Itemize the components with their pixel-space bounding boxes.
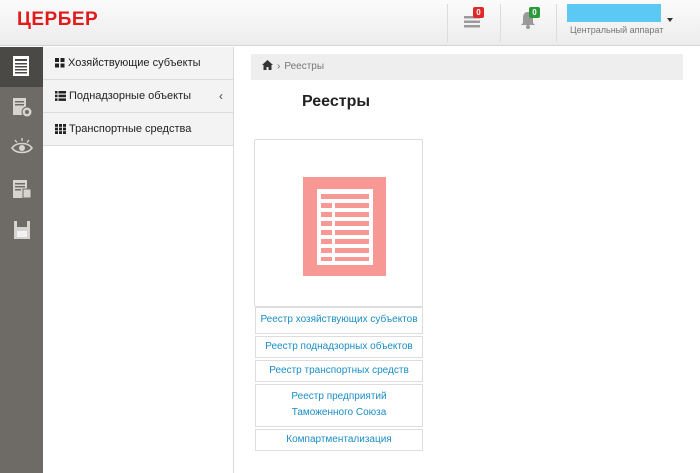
link-compartmentalization[interactable]: Компартментализация	[255, 429, 423, 451]
rail-item-document-settings[interactable]	[0, 88, 43, 128]
notifications-count-badge: 0	[529, 7, 540, 18]
grid-3x3-icon	[55, 124, 66, 135]
rail-item-save[interactable]	[0, 211, 43, 251]
registry-card-image	[303, 177, 386, 276]
registry-book-icon	[13, 56, 29, 76]
document-settings-icon	[13, 98, 33, 118]
chevron-left-icon[interactable]: ‹	[219, 80, 223, 112]
subnav-item-supervised-objects[interactable]: Поднадзорные объекты ‹	[43, 80, 233, 113]
rail-item-documents[interactable]	[0, 170, 43, 210]
app-logo[interactable]: ЦЕРБЕР	[17, 9, 98, 31]
header-separator	[556, 4, 557, 42]
header-separator	[500, 4, 501, 42]
registry-table-icon	[317, 189, 373, 265]
link-supervised-objects-registry[interactable]: Реестр поднадзорных объектов	[255, 336, 423, 358]
subnav-item-business-entities[interactable]: Хозяйствующие субъекты	[43, 47, 233, 80]
header-separator	[447, 4, 448, 42]
top-header: ЦЕРБЕР 0 0 Центральный аппарат	[0, 0, 700, 46]
link-customs-union-enterprises-registry[interactable]: Реестр предприятий Таможенного Союза	[255, 384, 423, 427]
user-menu-caret-icon[interactable]	[667, 18, 673, 22]
breadcrumb: › Реестры	[251, 54, 683, 80]
document-list-icon	[13, 180, 32, 199]
breadcrumb-current: Реестры	[284, 61, 325, 72]
eye-icon	[11, 138, 33, 154]
rail-item-registries[interactable]	[0, 47, 43, 87]
page-title: Реестры	[302, 93, 371, 110]
link-vehicles-registry[interactable]: Реестр транспортных средств	[255, 360, 423, 382]
sub-navigation: Хозяйствующие субъекты Поднадзорные объе…	[43, 47, 234, 473]
icon-rail	[0, 47, 43, 473]
subnav-item-label: Хозяйствующие субъекты	[68, 57, 201, 69]
breadcrumb-separator: ›	[277, 61, 281, 72]
user-name-box[interactable]	[567, 4, 661, 22]
save-disk-icon	[14, 221, 30, 239]
home-icon[interactable]	[262, 60, 273, 70]
messages-count-badge: 0	[473, 7, 484, 18]
user-organization: Центральный аппарат	[570, 25, 664, 35]
subnav-item-label: Транспортные средства	[69, 123, 192, 135]
subnav-item-vehicles[interactable]: Транспортные средства	[43, 113, 233, 146]
link-business-entities-registry[interactable]: Реестр хозяйствующих субъектов	[255, 307, 423, 334]
registry-links: Реестр хозяйствующих субъектов Реестр по…	[255, 307, 423, 453]
rail-item-inspection[interactable]	[0, 129, 43, 169]
grid-icon	[55, 58, 65, 68]
list-icon	[55, 91, 66, 101]
registry-card	[254, 139, 423, 307]
subnav-item-label: Поднадзорные объекты	[69, 90, 192, 102]
